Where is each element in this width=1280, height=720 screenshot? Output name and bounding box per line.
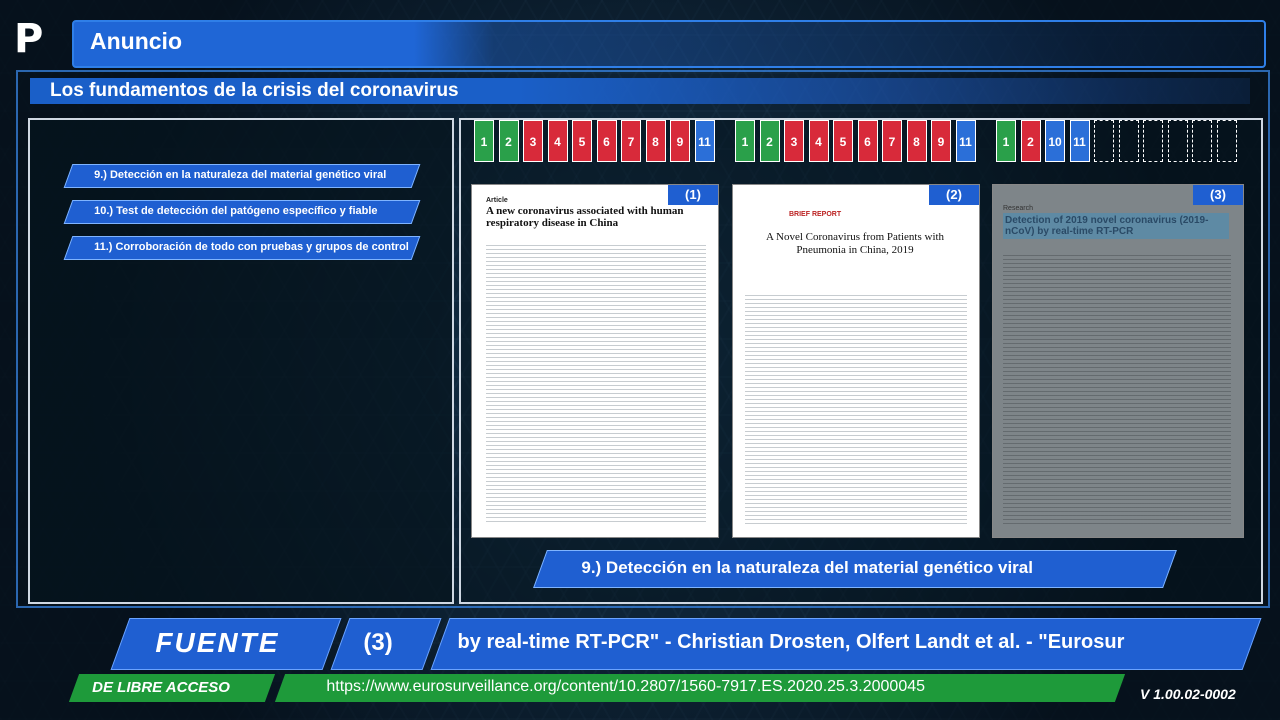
section-title: Los fundamentos de la crisis del coronav… (50, 80, 459, 101)
step-item-9[interactable]: 9.) Detección en la naturaleza del mater… (63, 164, 421, 188)
tracker-cell (1118, 120, 1139, 162)
source-label-box: FUENTE (110, 618, 342, 670)
document-body-text (486, 245, 706, 525)
document-body-text (1003, 255, 1231, 525)
tracker-cell: 9 (670, 120, 690, 162)
tracker-cell: 2 (1020, 120, 1041, 162)
caption-text: 9.) Detección en la naturaleza del mater… (581, 558, 1033, 577)
document-label: Research (1003, 205, 1033, 212)
tracker-cell: 8 (906, 120, 927, 162)
source-label: FUENTE (155, 627, 280, 658)
tracker-cell: 9 (931, 120, 951, 162)
tracker-cell: 8 (645, 120, 666, 162)
subtitle-bar: Los fundamentos de la crisis del coronav… (30, 78, 1250, 104)
tracker-cell (1143, 120, 1163, 162)
tracker-cell (1216, 120, 1237, 162)
logo: P (14, 16, 44, 62)
page-title: Anuncio (90, 28, 182, 54)
version-label: V 1.00.02-0002 (1140, 686, 1236, 702)
tracker-cell: 3 (784, 120, 804, 162)
tracker-cell (1094, 120, 1114, 162)
source-ticker: by real-time RT-PCR" - Christian Drosten… (430, 618, 1262, 670)
tracker-cell: 11 (955, 120, 976, 162)
tracker-cell (1167, 120, 1188, 162)
source-number: (3) (363, 629, 393, 656)
document-title: A Novel Coronavirus from Patients with P… (765, 231, 945, 256)
step-label: 11.) Corroboración de todo con pruebas y… (94, 241, 409, 253)
tracker-cell: 6 (596, 120, 617, 162)
title-bar: Anuncio (72, 20, 1266, 68)
steps-panel: 9.) Detección en la naturaleza del mater… (28, 118, 454, 604)
tracker-cell: 1 (735, 120, 755, 162)
document-tag: (1) (668, 185, 718, 205)
open-access-badge: DE LIBRE ACCESO (68, 674, 276, 702)
step-item-11[interactable]: 11.) Corroboración de todo con pruebas y… (63, 236, 421, 260)
source-ticker-text: by real-time RT-PCR" - Christian Drosten… (457, 631, 1125, 653)
tracker-cell: 1 (996, 120, 1016, 162)
tracker-cell: 4 (808, 120, 829, 162)
tracker-cell: 1 (474, 120, 494, 162)
source-url[interactable]: https://www.eurosurveillance.org/content… (326, 678, 925, 696)
source-url-bar[interactable]: https://www.eurosurveillance.org/content… (274, 674, 1126, 702)
tracker-cell: 2 (498, 120, 519, 162)
step-label: 9.) Detección en la naturaleza del mater… (94, 169, 387, 181)
tracker-cell: 11 (694, 120, 715, 162)
tracker-cell: 7 (621, 120, 641, 162)
tracker-cell: 11 (1069, 120, 1090, 162)
tracker-cell: 5 (833, 120, 853, 162)
tracker-cell: 4 (547, 120, 568, 162)
step-label: 10.) Test de detección del patógeno espe… (94, 205, 378, 217)
step-item-10[interactable]: 10.) Test de detección del patógeno espe… (63, 200, 421, 224)
source-number-box: (3) (330, 618, 442, 670)
document-3[interactable]: (3) Research Detection of 2019 novel cor… (992, 184, 1244, 538)
tracker-cell (1192, 120, 1212, 162)
document-label: Article (486, 197, 508, 204)
open-access-label: DE LIBRE ACCESO (92, 679, 230, 696)
tracker-cell: 7 (882, 120, 902, 162)
document-body-text (745, 295, 967, 525)
tracker-cell: 5 (572, 120, 592, 162)
tracker-cell: 10 (1045, 120, 1065, 162)
document-tag: (3) (1193, 185, 1243, 205)
document-2[interactable]: (2) BRIEF REPORT A Novel Coronavirus fro… (732, 184, 980, 538)
tracker-cell: 6 (857, 120, 878, 162)
current-step-caption: 9.) Detección en la naturaleza del mater… (533, 550, 1177, 588)
tracker-cell: 2 (759, 120, 780, 162)
document-tag: (2) (929, 185, 979, 205)
document-label: BRIEF REPORT (789, 211, 842, 218)
document-1[interactable]: (1) Article A new coronavirus associated… (471, 184, 719, 538)
document-title: Detection of 2019 novel coronavirus (201… (1003, 213, 1229, 239)
document-title: A new coronavirus associated with human … (486, 205, 684, 229)
tracker-cell: 3 (523, 120, 543, 162)
